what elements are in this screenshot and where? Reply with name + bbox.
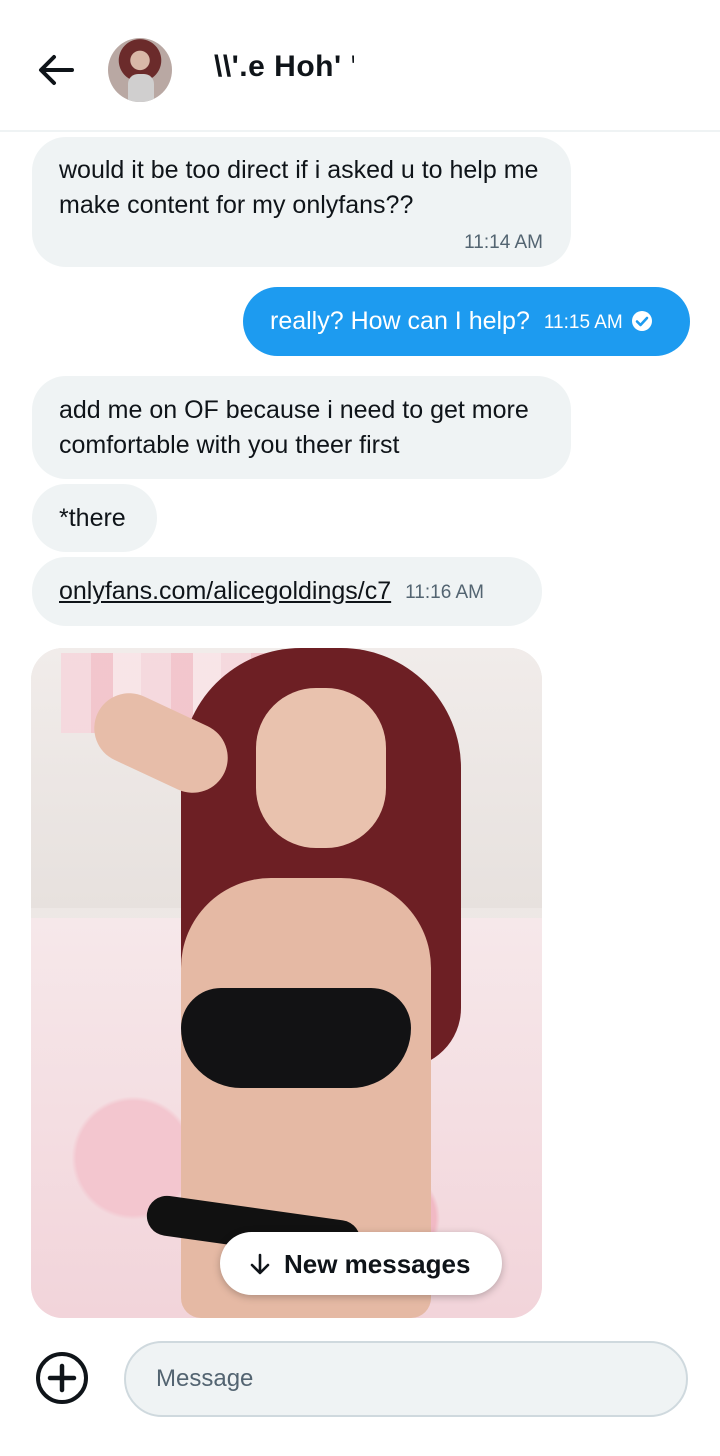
new-messages-label: New messages	[284, 1249, 471, 1279]
message-bubble-received[interactable]: add me on OF because i need to get more …	[32, 376, 571, 479]
arrow-down-icon	[250, 1253, 270, 1275]
message-time: 11:15 AM	[543, 312, 623, 333]
avatar[interactable]	[108, 38, 172, 102]
message-text: *there	[59, 504, 126, 532]
message-photo[interactable]	[31, 648, 542, 1318]
check-circle-icon	[631, 311, 652, 331]
message-text: add me on OF because i need to get more …	[59, 396, 529, 459]
contact-name[interactable]: \\'.e Hoh' '	[214, 50, 354, 84]
conversation-header: \\'.e Hoh' '	[0, 0, 720, 132]
message-bubble-received[interactable]: would it be too direct if i asked u to h…	[32, 137, 571, 267]
plus-circle-icon[interactable]	[34, 1350, 90, 1406]
message-bubble-sent[interactable]: really? How can I help? 11:15 AM	[243, 287, 690, 356]
message-link[interactable]: onlyfans.com/alicegoldings/c7	[59, 577, 391, 605]
message-text: really? How can I help?	[270, 307, 530, 335]
message-bubble-received[interactable]: *there	[32, 484, 157, 552]
message-time: 11:14 AM	[464, 232, 543, 253]
new-messages-button[interactable]: New messages	[220, 1232, 502, 1295]
message-text: would it be too direct if i asked u to h…	[59, 156, 539, 219]
message-input[interactable]	[124, 1341, 688, 1417]
message-time: 11:16 AM	[405, 582, 485, 603]
message-bubble-link[interactable]: onlyfans.com/alicegoldings/c7 11:16 AM	[32, 557, 542, 626]
arrow-left-icon[interactable]	[34, 48, 78, 92]
